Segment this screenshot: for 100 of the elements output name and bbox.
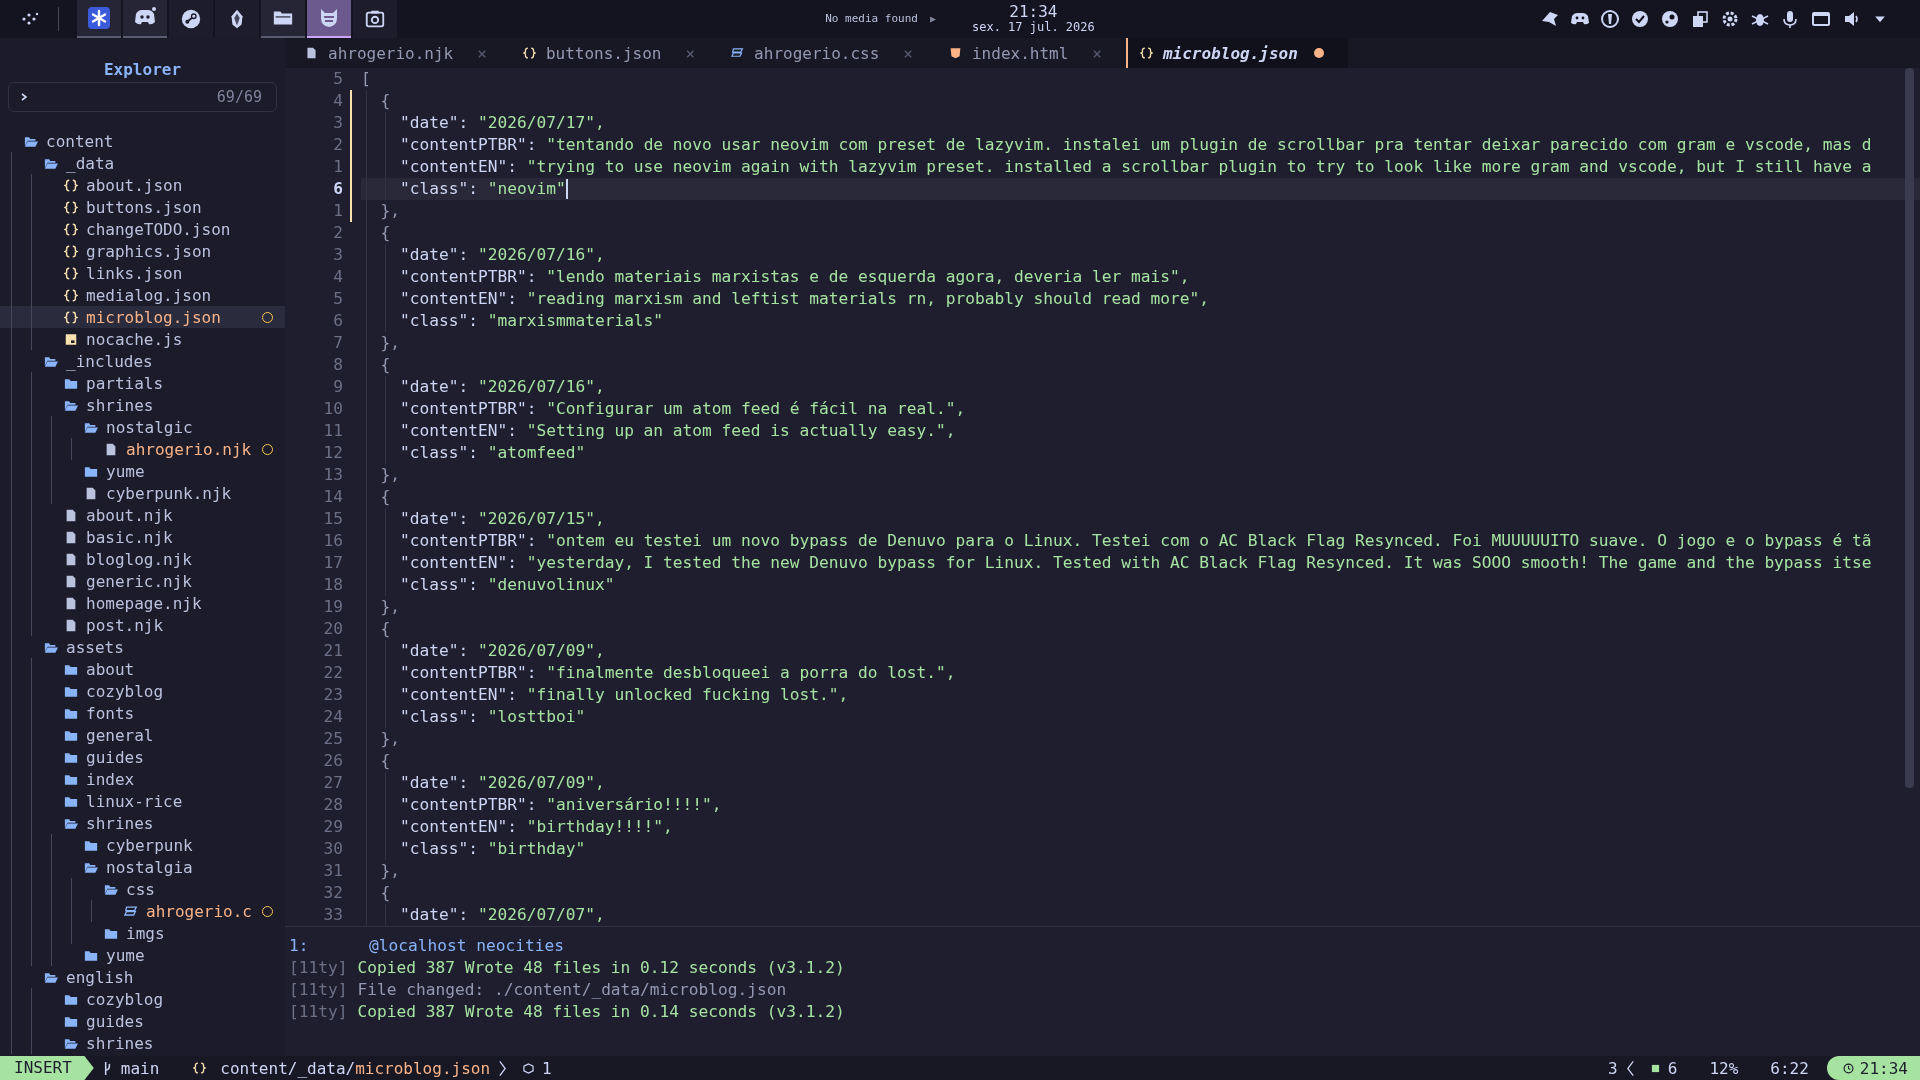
tree-item[interactable]: generic.njk	[0, 570, 285, 592]
tree-item[interactable]: bloglog.njk	[0, 548, 285, 570]
log-prefix: [11ty]	[289, 1001, 348, 1023]
tree-item[interactable]: index	[0, 768, 285, 790]
check-circle-icon[interactable]	[1630, 9, 1650, 29]
shield-icon	[949, 47, 962, 59]
disc-icon	[180, 8, 202, 30]
editor-tab[interactable]: buttons.json ×	[510, 38, 720, 68]
tree-item[interactable]: post.njk	[0, 614, 285, 636]
line-number: 18	[322, 574, 343, 596]
code-line: "class": "atomfeed"	[399, 442, 586, 464]
tab-label: buttons.json	[545, 43, 662, 63]
line-number: 30	[322, 838, 343, 860]
code-line: "contentPTBR": "lendo materiais marxistas e de esquerda agora, deveria ler mais",	[399, 266, 1190, 288]
tree-item[interactable]: guides	[0, 1010, 285, 1032]
tree-item[interactable]: cyberpunk	[0, 834, 285, 856]
editor-tab[interactable]: index.html ×	[937, 38, 1126, 68]
media-status: No media found	[825, 12, 918, 26]
tree-item[interactable]: content	[0, 130, 285, 152]
line-number: 6	[332, 310, 343, 332]
filter-field[interactable]: 69/69	[8, 82, 277, 112]
tree-item[interactable]: _includes	[0, 350, 285, 372]
taskbar-app[interactable]	[123, 0, 167, 38]
editor-tab[interactable]: microblog.json	[1125, 38, 1348, 68]
tree-item[interactable]: graphics.json	[0, 240, 285, 262]
tree-item[interactable]: shrines	[0, 1032, 285, 1054]
code-line: },	[380, 200, 400, 222]
code-line: "class": "marxismmaterials"	[399, 310, 664, 332]
tree-item[interactable]: assets	[0, 636, 285, 658]
braces-icon	[64, 222, 78, 236]
tree-item[interactable]: changeTODO.json	[0, 218, 285, 240]
taskbar-app[interactable]	[353, 0, 397, 38]
scrollbar[interactable]	[1905, 68, 1914, 788]
taskbar-app[interactable]	[169, 0, 213, 38]
code-line: "contentPTBR": "aniversário!!!!",	[399, 794, 722, 816]
tree-item[interactable]: guides	[0, 746, 285, 768]
circle-logo-icon[interactable]	[1600, 9, 1620, 29]
log-prefix: [11ty]	[289, 979, 348, 1001]
tree-item[interactable]: cozyblog	[0, 988, 285, 1010]
tree-item[interactable]: ahrogerio.njk	[0, 438, 285, 460]
tree-item[interactable]: microblog.json	[0, 306, 285, 328]
tree-item[interactable]: buttons.json	[0, 196, 285, 218]
tree-item[interactable]: about.json	[0, 174, 285, 196]
microphone-icon[interactable]	[1780, 9, 1800, 29]
line-number: 19	[322, 596, 343, 618]
tree-item[interactable]: _data	[0, 152, 285, 174]
gear-icon[interactable]	[1720, 9, 1740, 29]
tree-item[interactable]: fonts	[0, 702, 285, 724]
taskbar-app[interactable]	[77, 0, 121, 38]
tree-item[interactable]: english	[0, 966, 285, 988]
tree-item[interactable]: general	[0, 724, 285, 746]
chevron-right-icon	[498, 1059, 508, 1077]
file-icon	[104, 442, 118, 456]
file-name: nostalgia	[106, 857, 193, 877]
tree-item[interactable]: cyberpunk.njk	[0, 482, 285, 504]
tree-item[interactable]: nostalgic	[0, 416, 285, 438]
tree-item[interactable]: about.njk	[0, 504, 285, 526]
disc-icon[interactable]	[1660, 9, 1680, 29]
tree-item[interactable]: yume	[0, 460, 285, 482]
tree-item[interactable]: linux-rice	[0, 790, 285, 812]
tree-item[interactable]: partials	[0, 372, 285, 394]
tree-item[interactable]: nostalgia	[0, 856, 285, 878]
file-name: microblog.json	[355, 1058, 491, 1078]
tree-item[interactable]: about	[0, 658, 285, 680]
tree-item[interactable]: basic.njk	[0, 526, 285, 548]
tree-item[interactable]: css	[0, 878, 285, 900]
tree-item[interactable]: links.json	[0, 262, 285, 284]
tree-item[interactable]: shrines	[0, 812, 285, 834]
line-number: 15	[322, 508, 343, 530]
tree-item[interactable]: nocache.js	[0, 328, 285, 350]
prompt-icon	[19, 92, 29, 102]
taskbar-app[interactable]	[215, 0, 259, 38]
tree-item[interactable]: shrines	[0, 394, 285, 416]
code-line: "date": "2026/07/15",	[399, 508, 605, 530]
braces-icon	[64, 266, 78, 280]
tab-label: ahrogerio.css	[754, 43, 880, 63]
tree-item[interactable]: cozyblog	[0, 680, 285, 702]
taskbar-app[interactable]	[261, 0, 305, 38]
code-line: "class": "denuvolinux"	[399, 574, 615, 596]
line-number: 2	[332, 134, 343, 156]
file-name: content	[46, 131, 114, 151]
braces-icon	[1139, 47, 1153, 59]
file-name: general	[86, 725, 154, 745]
tree-item[interactable]: imgs	[0, 922, 285, 944]
monitor-icon[interactable]	[1810, 9, 1832, 29]
file-name: ahrogerio.njk	[126, 439, 252, 459]
tree-item[interactable]: ahrogerio.c	[0, 900, 285, 922]
status-time: 21:34	[1859, 1058, 1908, 1078]
code-line: "contentEN": "reading marxism and leftist materials rn, probably should read more",	[399, 288, 1209, 310]
editor-tab[interactable]: ahrogerio.njk ×	[293, 38, 511, 68]
file-name: yume	[106, 461, 145, 481]
file-name: basic.njk	[86, 527, 173, 547]
line-number: 23	[322, 684, 343, 706]
line-number: 24	[322, 706, 343, 728]
play-button[interactable]: ▶	[929, 13, 936, 25]
tree-item[interactable]: homepage.njk	[0, 592, 285, 614]
editor-tab[interactable]: ahrogerio.css ×	[719, 38, 937, 68]
code-line: },	[380, 860, 400, 882]
stack-icon[interactable]	[1690, 9, 1710, 29]
tree-item[interactable]: yume	[0, 944, 285, 966]
